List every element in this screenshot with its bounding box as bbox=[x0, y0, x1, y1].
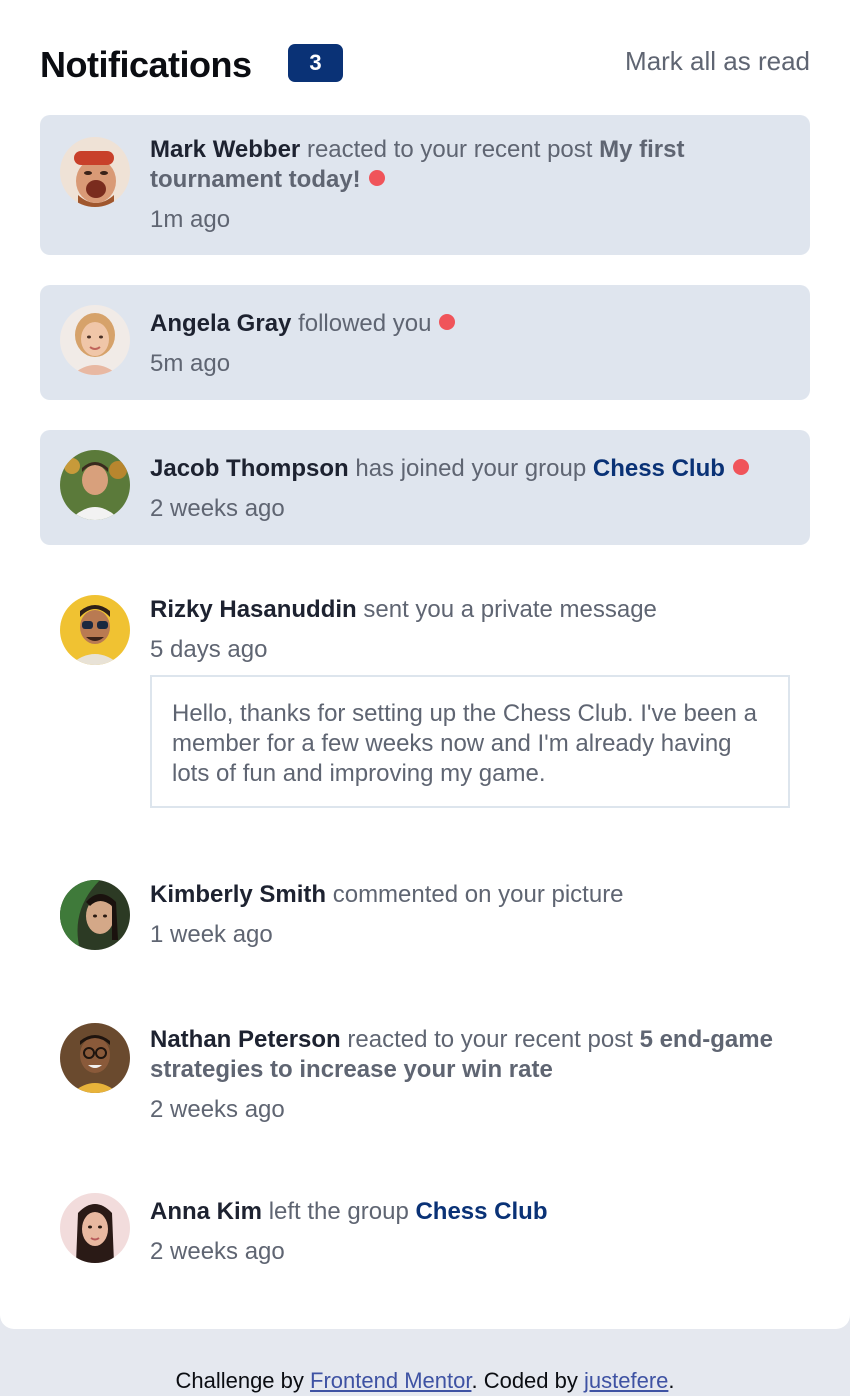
page-title: Notifications bbox=[40, 44, 252, 85]
header: Notifications 3 Mark all as read bbox=[40, 40, 810, 90]
avatar[interactable] bbox=[60, 1023, 130, 1093]
user-name[interactable]: Kimberly Smith bbox=[150, 881, 326, 908]
avatar-rizky-hasanuddin-icon bbox=[60, 595, 130, 665]
user-name[interactable]: Anna Kim bbox=[150, 1198, 262, 1225]
mark-all-read-button[interactable]: Mark all as read bbox=[625, 46, 810, 77]
avatar[interactable] bbox=[60, 880, 130, 950]
notification-text: Anna Kim left the group Chess Club bbox=[150, 1197, 786, 1227]
notification-text: Kimberly Smith commented on your picture bbox=[150, 880, 786, 910]
avatar[interactable] bbox=[60, 450, 130, 520]
notification-content: Nathan Peterson reacted to your recent p… bbox=[150, 1025, 786, 1125]
notification-item[interactable]: Angela Gray followed you 5m ago bbox=[40, 285, 810, 400]
avatar-anna-kim-icon bbox=[60, 1193, 130, 1263]
notification-text: Jacob Thompson has joined your group Che… bbox=[150, 454, 786, 484]
unread-dot-icon bbox=[732, 459, 749, 475]
notification-content: Angela Gray followed you 5m ago bbox=[150, 309, 786, 379]
notification-item[interactable]: Anna Kim left the group Chess Club 2 wee… bbox=[40, 1175, 810, 1290]
footer-suffix: . bbox=[668, 1368, 675, 1393]
notification-text: Mark Webber reacted to your recent post … bbox=[150, 135, 786, 195]
notifications-card: Notifications 3 Mark all as read Mark We… bbox=[0, 0, 850, 1329]
timestamp: 2 weeks ago bbox=[150, 495, 285, 522]
user-name[interactable]: Rizky Hasanuddin bbox=[150, 596, 357, 623]
timestamp: 5m ago bbox=[150, 350, 231, 377]
avatar-kimberly-smith-icon bbox=[60, 880, 130, 950]
avatar-nathan-peterson-icon bbox=[60, 1023, 130, 1093]
avatar[interactable] bbox=[60, 137, 130, 207]
commented-picture-thumbnail[interactable] bbox=[720, 880, 790, 950]
timestamp: 1 week ago bbox=[150, 921, 273, 948]
author-link[interactable]: justefere bbox=[584, 1368, 668, 1393]
notification-text: Angela Gray followed you bbox=[150, 309, 786, 339]
user-name[interactable]: Jacob Thompson bbox=[150, 455, 349, 482]
notification-item[interactable]: Nathan Peterson reacted to your recent p… bbox=[40, 1005, 810, 1145]
avatar[interactable] bbox=[60, 1193, 130, 1263]
timestamp: 2 weeks ago bbox=[150, 1096, 285, 1123]
unread-dot-icon bbox=[439, 314, 456, 330]
timestamp: 1m ago bbox=[150, 206, 231, 233]
avatar-mark-webber-icon bbox=[60, 137, 130, 207]
group-link[interactable]: Chess Club bbox=[415, 1198, 547, 1225]
notification-item[interactable]: Kimberly Smith commented on your picture… bbox=[40, 860, 810, 975]
action-text: sent you a private message bbox=[363, 596, 657, 623]
user-name[interactable]: Nathan Peterson bbox=[150, 1026, 341, 1053]
chess-picture-icon bbox=[720, 880, 790, 950]
avatar[interactable] bbox=[60, 595, 130, 665]
group-link[interactable]: Chess Club bbox=[593, 455, 725, 482]
attribution-footer: Challenge by Frontend Mentor. Coded by j… bbox=[0, 1368, 850, 1394]
unread-dot-icon bbox=[368, 170, 385, 186]
user-name[interactable]: Mark Webber bbox=[150, 136, 300, 163]
notification-text: Rizky Hasanuddin sent you a private mess… bbox=[150, 595, 786, 625]
unread-count-badge: 3 bbox=[288, 44, 343, 82]
notification-item[interactable]: Jacob Thompson has joined your group Che… bbox=[40, 430, 810, 545]
notification-text: Nathan Peterson reacted to your recent p… bbox=[150, 1025, 786, 1085]
frontend-mentor-link[interactable]: Frontend Mentor bbox=[310, 1368, 471, 1393]
footer-prefix: Challenge by bbox=[175, 1368, 304, 1393]
footer-middle: . Coded by bbox=[471, 1368, 578, 1393]
action-text: left the group bbox=[268, 1198, 409, 1225]
action-text: has joined your group bbox=[355, 455, 587, 482]
avatar-angela-gray-icon bbox=[60, 305, 130, 375]
notification-content: Jacob Thompson has joined your group Che… bbox=[150, 454, 786, 524]
avatar[interactable] bbox=[60, 305, 130, 375]
avatar-jacob-thompson-icon bbox=[60, 450, 130, 520]
timestamp: 2 weeks ago bbox=[150, 1238, 285, 1265]
notification-content: Mark Webber reacted to your recent post … bbox=[150, 135, 786, 235]
action-text: followed you bbox=[298, 310, 432, 337]
notification-content: Kimberly Smith commented on your picture… bbox=[150, 880, 786, 950]
notification-item[interactable]: Mark Webber reacted to your recent post … bbox=[40, 115, 810, 255]
notification-content: Rizky Hasanuddin sent you a private mess… bbox=[150, 595, 786, 665]
notification-content: Anna Kim left the group Chess Club 2 wee… bbox=[150, 1197, 786, 1267]
timestamp: 5 days ago bbox=[150, 636, 268, 663]
action-text: commented on your picture bbox=[332, 881, 624, 908]
action-text: reacted to your recent post bbox=[306, 136, 593, 163]
private-message-preview[interactable]: Hello, thanks for setting up the Chess C… bbox=[150, 675, 790, 808]
user-name[interactable]: Angela Gray bbox=[150, 310, 291, 337]
action-text: reacted to your recent post bbox=[347, 1026, 633, 1053]
